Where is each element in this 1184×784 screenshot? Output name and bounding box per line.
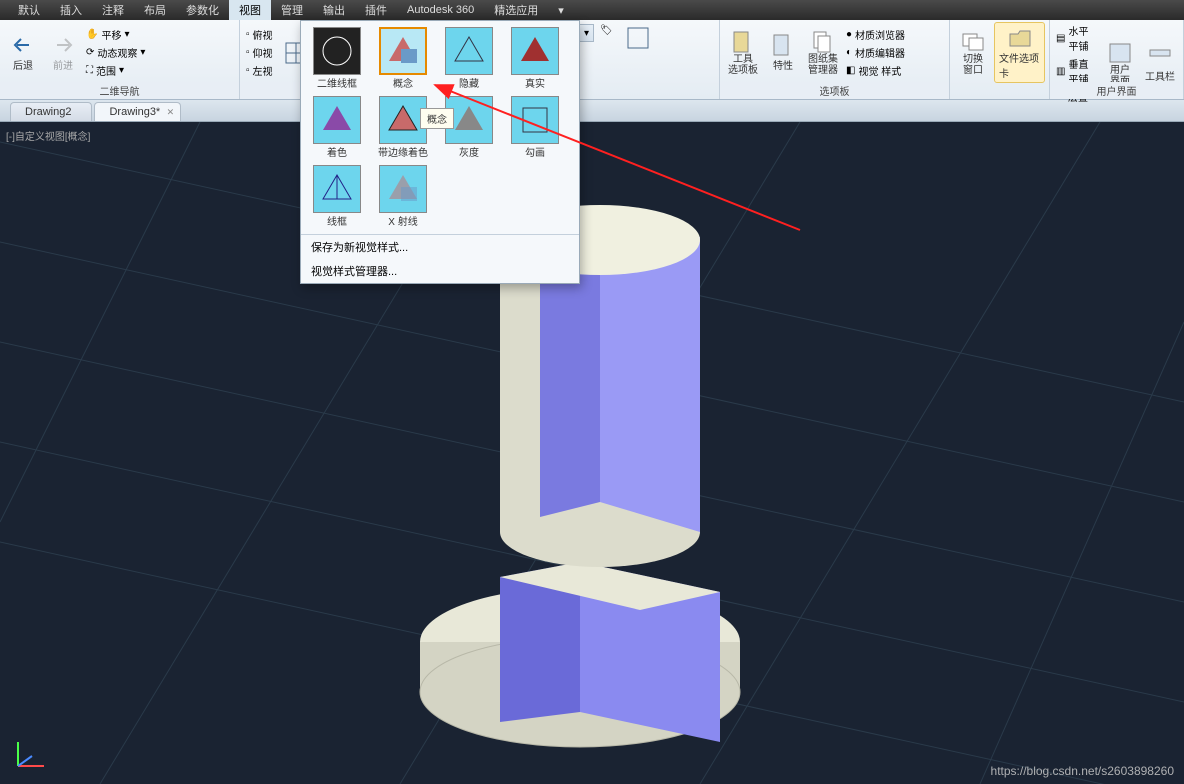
arrow-left-icon bbox=[11, 33, 35, 57]
menubar: 默认 插入 注释 布局 参数化 视图 管理 输出 插件 Autodesk 360… bbox=[0, 0, 1184, 20]
nav-extents-button[interactable]: ⛶范围▾ bbox=[84, 62, 147, 79]
visual-style-manager[interactable]: 视觉样式管理器... bbox=[301, 259, 579, 283]
nav-forward-label: 前进 bbox=[53, 57, 73, 72]
nav-back-button[interactable]: 后退 bbox=[4, 22, 42, 83]
style-sketchy[interactable]: 勾画 bbox=[505, 96, 565, 159]
sphere-icon: ● bbox=[846, 29, 852, 40]
toolbar-icon bbox=[1148, 44, 1172, 68]
menu-manage[interactable]: 管理 bbox=[271, 0, 313, 20]
menu-insert[interactable]: 插入 bbox=[50, 0, 92, 20]
folder-tabs-icon bbox=[1008, 26, 1032, 50]
arrow-right-icon bbox=[51, 33, 75, 57]
sphere-edit-icon: ◐ bbox=[846, 47, 852, 58]
cube-left-icon: ▫ bbox=[246, 65, 250, 76]
extents-icon: ⛶ bbox=[86, 65, 93, 76]
ribbon-group-label: 用户界面 bbox=[1050, 82, 1183, 99]
nav-back-label: 后退 bbox=[13, 57, 33, 72]
ribbon-group-window: 切换 窗口 文件选项卡 bbox=[950, 20, 1050, 99]
save-as-new-style[interactable]: 保存为新视觉样式... bbox=[301, 235, 579, 259]
cube-bottom-icon: ▫ bbox=[246, 47, 250, 58]
tile-v-icon: ▥ bbox=[1056, 66, 1065, 77]
menu-default[interactable]: 默认 bbox=[8, 0, 50, 20]
orbit-icon: ⟳ bbox=[86, 47, 94, 58]
material-editor-button[interactable]: ◐材质编辑器 bbox=[844, 44, 907, 61]
menu-view[interactable]: 视图 bbox=[229, 0, 271, 20]
view-top-button[interactable]: ▫俯视 bbox=[244, 26, 275, 43]
ui-icon bbox=[1108, 41, 1132, 65]
drawing-viewport[interactable]: [-]自定义视图[概念] https://blog.csdn.net/s2603… bbox=[0, 122, 1184, 784]
tile-horizontal-button[interactable]: ▤水平平铺 bbox=[1054, 22, 1099, 54]
viewport-icon bbox=[626, 26, 650, 50]
ucs-axis-icon bbox=[10, 734, 50, 774]
ribbon-group-label: 二维导航 bbox=[0, 82, 239, 99]
tag-icon: 🏷 bbox=[600, 25, 613, 36]
sheet-manager-button[interactable]: 图纸集 管理器 bbox=[804, 22, 842, 83]
menu-output[interactable]: 输出 bbox=[313, 0, 355, 20]
chevron-down-icon: ▾ bbox=[124, 29, 129, 40]
menu-plugin[interactable]: 插件 bbox=[355, 0, 397, 20]
nav-forward-button[interactable]: 前进 bbox=[44, 22, 82, 83]
style-xray[interactable]: X 射线 bbox=[373, 165, 433, 228]
style-hidden[interactable]: 隐藏 bbox=[439, 27, 499, 90]
document-tabs: Drawing2 Drawing3*✕ bbox=[0, 100, 1184, 122]
menu-featured[interactable]: 精选应用 bbox=[484, 0, 548, 20]
switch-window-button[interactable]: 切换 窗口 bbox=[954, 22, 992, 83]
ribbon-group-palettes: 工具 选项板 特性 图纸集 管理器 ●材质浏览器 ◐材质编辑器 ◧视觉 样式 选… bbox=[720, 20, 950, 99]
menu-annotate[interactable]: 注释 bbox=[92, 0, 134, 20]
hand-icon: ✋ bbox=[86, 29, 98, 40]
tool-palette-button[interactable]: 工具 选项板 bbox=[724, 22, 762, 83]
menu-autodesk360[interactable]: Autodesk 360 bbox=[397, 2, 484, 18]
nav-orbit-button[interactable]: ⟳动态观察▾ bbox=[84, 44, 147, 61]
style-2d-wireframe[interactable]: 二维线框 bbox=[307, 27, 367, 90]
ribbon-group-label: 选项板 bbox=[720, 82, 949, 99]
watermark-text: https://blog.csdn.net/s2603898260 bbox=[991, 764, 1174, 778]
chevron-down-icon: ▾ bbox=[140, 47, 145, 58]
tab-drawing2[interactable]: Drawing2 bbox=[10, 102, 92, 121]
style-realistic[interactable]: 真实 bbox=[505, 27, 565, 90]
cube-top-icon: ▫ bbox=[246, 29, 250, 40]
material-browser-button[interactable]: ●材质浏览器 bbox=[844, 26, 907, 43]
windows-icon bbox=[961, 30, 985, 54]
chevron-down-icon: ▾ bbox=[584, 28, 589, 39]
visual-styles-panel: 二维线框 概念 隐藏 真实 着色 带边缘着色 灰度 勾画 线框 X 射线 保存为… bbox=[300, 20, 580, 284]
menu-parametric[interactable]: 参数化 bbox=[176, 0, 229, 20]
style-wireframe[interactable]: 线框 bbox=[307, 165, 367, 228]
style-icon: ◧ bbox=[846, 65, 855, 76]
palette-icon bbox=[731, 30, 755, 54]
ribbon-group-ui: ▤水平平铺 ▥垂直平铺 ❐层叠 用户 界面 工具栏 用户界面 bbox=[1050, 20, 1184, 99]
nav-pan-button[interactable]: ✋平移▾ bbox=[84, 26, 147, 43]
menu-overflow-icon[interactable]: ▾ bbox=[548, 2, 574, 19]
menu-layout[interactable]: 布局 bbox=[134, 0, 176, 20]
style-conceptual[interactable]: 概念 bbox=[373, 27, 433, 90]
ribbon-group-nav2d: 后退 前进 ✋平移▾ ⟳动态观察▾ ⛶范围▾ 二维导航 bbox=[0, 20, 240, 99]
close-icon[interactable]: ✕ bbox=[167, 107, 175, 118]
sheets-icon bbox=[811, 30, 835, 54]
view-bottom-button[interactable]: ▫仰视 bbox=[244, 44, 275, 61]
model-3d-solid bbox=[0, 122, 1184, 784]
ribbon: 后退 前进 ✋平移▾ ⟳动态观察▾ ⛶范围▾ 二维导航 ▫俯视 ▫仰视 ▫左视 bbox=[0, 20, 1184, 100]
visual-style-mgr-button[interactable]: ◧视觉 样式 bbox=[844, 62, 907, 79]
properties-button[interactable]: 特性 bbox=[764, 22, 802, 83]
chevron-down-icon: ▾ bbox=[119, 65, 124, 76]
tab-drawing3[interactable]: Drawing3*✕ bbox=[94, 102, 181, 121]
tile-h-icon: ▤ bbox=[1056, 33, 1065, 44]
naming-button[interactable]: 🏷 bbox=[598, 24, 618, 37]
properties-icon bbox=[771, 33, 795, 57]
file-tabs-button[interactable]: 文件选项卡 bbox=[994, 22, 1045, 83]
tooltip: 概念 bbox=[420, 108, 454, 129]
view-left-button[interactable]: ▫左视 bbox=[244, 62, 275, 79]
style-shaded[interactable]: 着色 bbox=[307, 96, 367, 159]
viewport-config-button[interactable] bbox=[622, 24, 654, 52]
